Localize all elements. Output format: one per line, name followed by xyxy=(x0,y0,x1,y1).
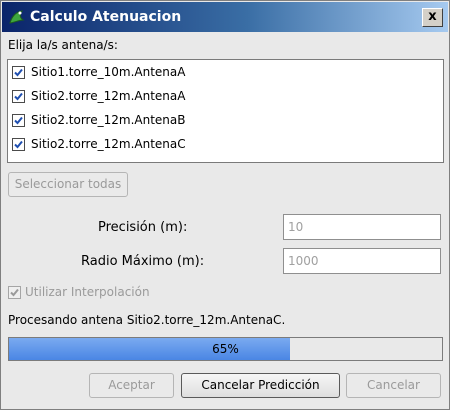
green-frog-icon xyxy=(8,8,26,26)
cancel-prediction-button[interactable]: Cancelar Predicción xyxy=(181,373,340,398)
select-all-button[interactable]: Seleccionar todas xyxy=(8,172,128,197)
max-radius-label: Radio Máximo (m): xyxy=(81,254,205,269)
antenna-checkbox[interactable] xyxy=(12,90,25,103)
close-button[interactable]: x xyxy=(422,8,443,27)
interpolation-checkbox[interactable] xyxy=(8,286,21,299)
attenuation-dialog: Calculo Atenuacion x Elija la/s antena/s… xyxy=(0,0,450,410)
antenna-list-label: Elija la/s antena/s: xyxy=(8,38,118,52)
max-radius-field[interactable]: 1000 xyxy=(283,248,441,274)
precision-field[interactable]: 10 xyxy=(283,214,441,240)
precision-label: Precisión (m): xyxy=(98,220,188,235)
cancel-button[interactable]: Cancelar xyxy=(346,373,441,398)
interpolation-option[interactable]: Utilizar Interpolación xyxy=(8,284,208,302)
status-text: Procesando antena Sitio2.torre_12m.Anten… xyxy=(8,313,286,327)
list-item[interactable]: Sitio1.torre_10m.AntenaA xyxy=(12,63,432,83)
interpolation-label: Utilizar Interpolación xyxy=(25,285,150,299)
list-item[interactable]: Sitio2.torre_12m.AntenaB xyxy=(12,111,432,131)
antenna-checkbox[interactable] xyxy=(12,114,25,127)
list-item[interactable]: Sitio2.torre_12m.AntenaC xyxy=(12,135,432,155)
accept-button[interactable]: Aceptar xyxy=(89,373,174,398)
antenna-label: Sitio2.torre_12m.AntenaA xyxy=(31,89,186,103)
antenna-list[interactable]: Sitio1.torre_10m.AntenaA Sitio2.torre_12… xyxy=(7,59,444,163)
antenna-label: Sitio1.torre_10m.AntenaA xyxy=(31,65,186,79)
progress-bar: 65% xyxy=(8,337,443,361)
title-bar[interactable]: Calculo Atenuacion x xyxy=(2,2,448,32)
antenna-checkbox[interactable] xyxy=(12,138,25,151)
list-item[interactable]: Sitio2.torre_12m.AntenaA xyxy=(12,87,432,107)
antenna-label: Sitio2.torre_12m.AntenaC xyxy=(31,137,186,151)
antenna-label: Sitio2.torre_12m.AntenaB xyxy=(31,113,186,127)
window-title: Calculo Atenuacion xyxy=(30,9,182,25)
antenna-checkbox[interactable] xyxy=(12,66,25,79)
progress-percent: 65% xyxy=(212,342,239,356)
